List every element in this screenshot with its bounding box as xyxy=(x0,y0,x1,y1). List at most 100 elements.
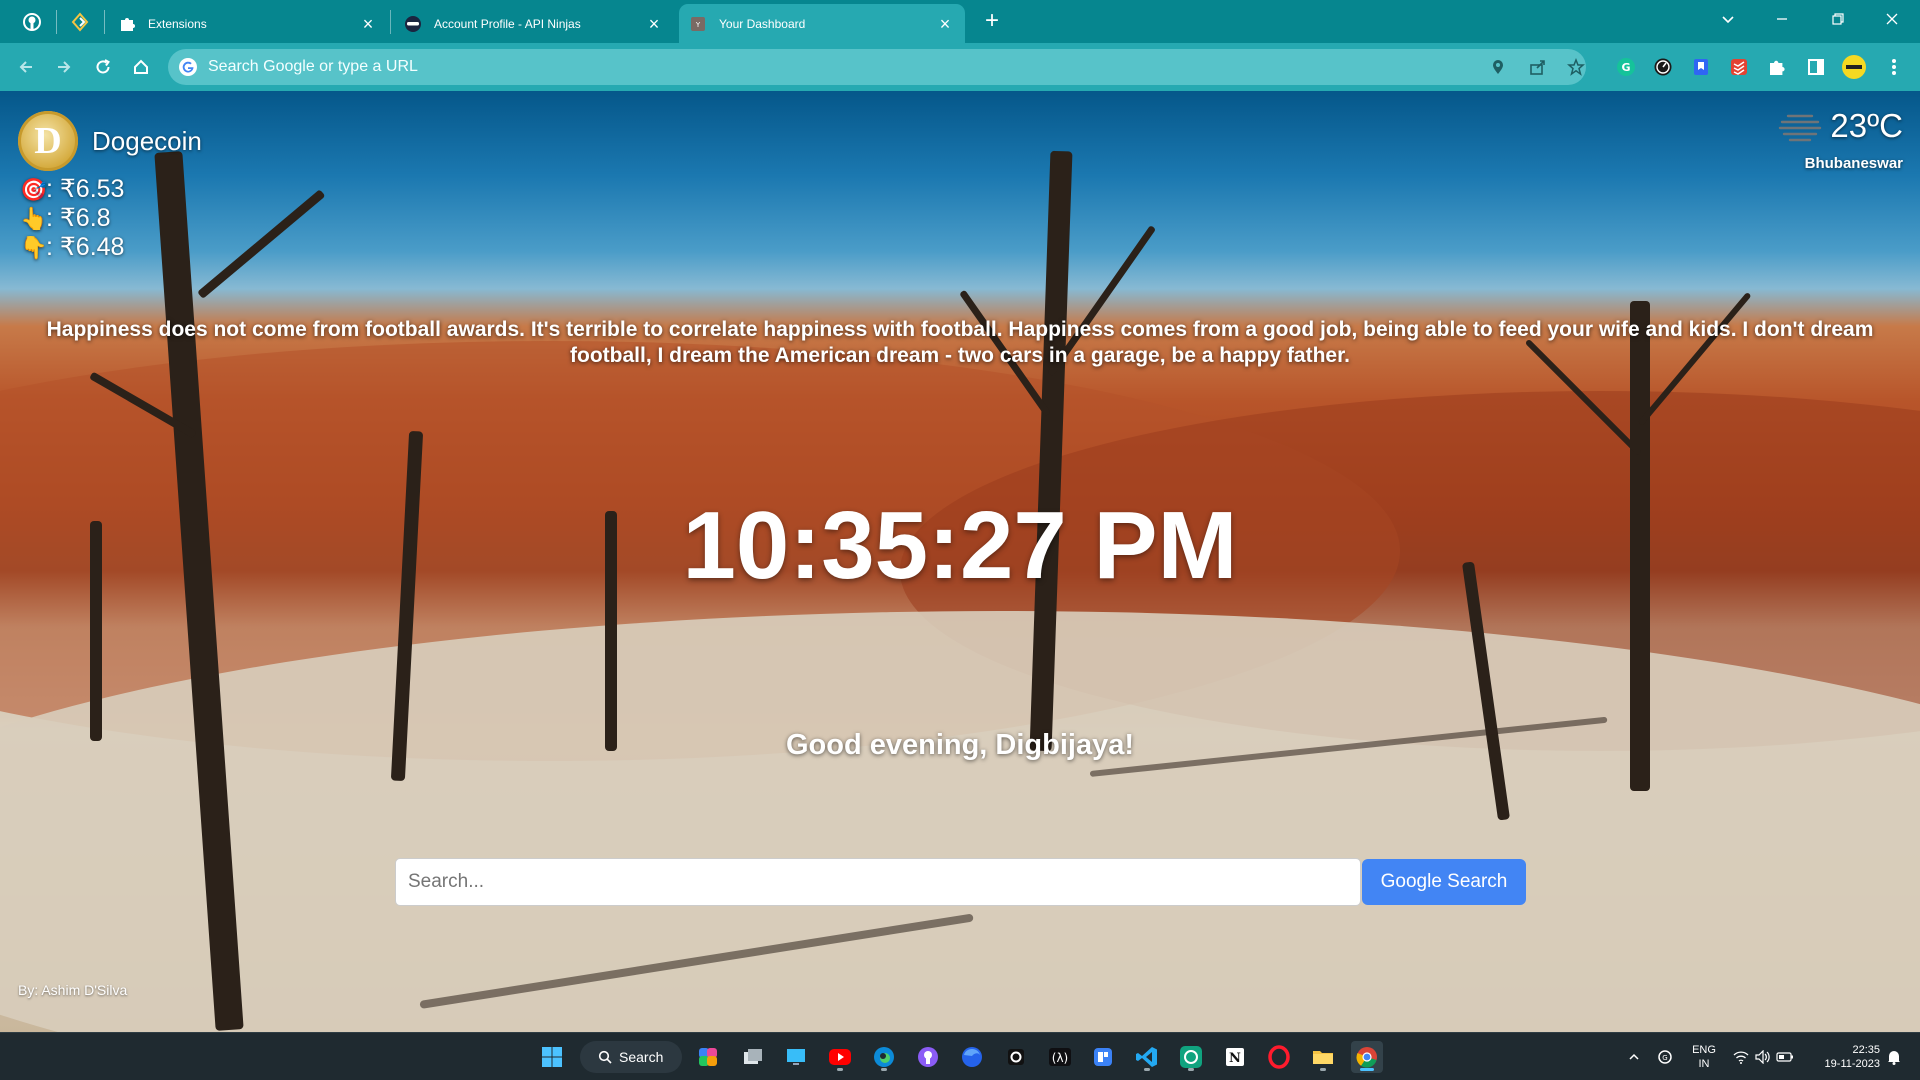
tab-close-icon[interactable]: × xyxy=(935,14,955,34)
taskbar-copilot[interactable] xyxy=(693,1041,725,1073)
new-tab-button[interactable]: + xyxy=(978,8,1006,36)
tab-title: Your Dashboard xyxy=(719,16,806,31)
high-price: : ₹6.8 xyxy=(46,204,111,232)
github-desktop-icon xyxy=(918,1047,938,1067)
forward-button[interactable] xyxy=(50,53,78,81)
back-button[interactable] xyxy=(12,53,40,81)
svg-text:N: N xyxy=(1229,1051,1241,1066)
kebab-menu-icon xyxy=(1892,59,1896,75)
taskbar-desktop[interactable] xyxy=(780,1041,812,1073)
windows-logo-icon xyxy=(542,1047,562,1067)
tray-overflow-button[interactable] xyxy=(1624,1033,1644,1080)
tab-close-icon[interactable]: × xyxy=(644,14,664,34)
taskbar-notion[interactable]: N xyxy=(1219,1041,1251,1073)
minimize-icon xyxy=(1777,18,1787,20)
reload-button[interactable] xyxy=(89,53,117,81)
taskbar-youtube[interactable] xyxy=(824,1041,856,1073)
taskbar-firefox[interactable] xyxy=(956,1041,988,1073)
tab-extensions[interactable]: Extensions × xyxy=(108,4,388,43)
location-icon[interactable] xyxy=(1488,57,1508,77)
extensions-button[interactable] xyxy=(1764,54,1790,80)
profile-avatar[interactable] xyxy=(1841,54,1867,80)
tray-grammarly[interactable]: G xyxy=(1655,1033,1675,1080)
taskbar-vscode[interactable] xyxy=(1131,1041,1163,1073)
avatar-icon xyxy=(1842,55,1866,79)
side-panel-button[interactable] xyxy=(1803,54,1829,80)
input-language-indicator[interactable]: ENG IN xyxy=(1690,1043,1718,1071)
restore-button[interactable] xyxy=(1818,4,1858,34)
taskbar-adobe-app[interactable]: (λ) xyxy=(1044,1041,1076,1073)
notification-button[interactable] xyxy=(1884,1033,1904,1080)
svg-text:G: G xyxy=(1662,1054,1667,1062)
speedometer-icon xyxy=(1654,58,1672,76)
tab-your-dashboard[interactable]: Y Your Dashboard × xyxy=(679,4,965,43)
minimize-button[interactable] xyxy=(1762,4,1802,34)
running-indicator xyxy=(881,1068,887,1071)
svg-text:(λ): (λ) xyxy=(1052,1051,1068,1065)
ninja-icon xyxy=(404,15,422,33)
browser-tab-bar: Extensions × Account Profile - API Ninja… xyxy=(0,0,1920,43)
chatgpt-icon xyxy=(1180,1046,1202,1068)
dashboard-page: D Dogecoin 🎯 : ₹6.53 👆 : ₹6.8 👇 : ₹6.48 … xyxy=(0,91,1920,1032)
taskbar-github-desktop[interactable] xyxy=(912,1041,944,1073)
bookmark-extension[interactable] xyxy=(1688,54,1714,80)
running-indicator xyxy=(837,1068,843,1071)
search-input[interactable] xyxy=(395,858,1361,906)
taskbar-file-explorer[interactable] xyxy=(1307,1041,1339,1073)
svg-text:G: G xyxy=(1621,61,1630,74)
google-search-button[interactable]: Google Search xyxy=(1362,859,1526,905)
tray-volume[interactable] xyxy=(1752,1033,1774,1080)
tab-separator xyxy=(56,10,57,34)
task-view-icon xyxy=(744,1049,762,1064)
vscode-icon xyxy=(1136,1047,1157,1067)
temperature: 23ºC xyxy=(1830,107,1903,144)
taskbar-chrome[interactable] xyxy=(1351,1041,1383,1073)
youtube-icon xyxy=(829,1049,851,1065)
mist-icon xyxy=(1779,114,1822,142)
bookmark-star-icon[interactable] xyxy=(1566,57,1586,77)
crypto-prices: 🎯 : ₹6.53 👆 : ₹6.8 👇 : ₹6.48 xyxy=(20,175,124,262)
taskbar-windows-app[interactable] xyxy=(1087,1041,1119,1073)
windows-taskbar: Search (λ) N G ENG IN 22:35 19-11-2023 xyxy=(0,1032,1920,1080)
tray-wifi[interactable] xyxy=(1730,1033,1752,1080)
edge-icon xyxy=(874,1047,894,1067)
address-bar[interactable]: Search Google or type a URL xyxy=(168,49,1586,85)
speedometer-extension[interactable] xyxy=(1650,54,1676,80)
address-placeholder: Search Google or type a URL xyxy=(208,58,418,75)
restore-icon xyxy=(1832,13,1844,25)
wifi-icon xyxy=(1733,1051,1749,1064)
taskbar-opera[interactable] xyxy=(1263,1041,1295,1073)
tab-api-ninjas[interactable]: Account Profile - API Ninjas × xyxy=(394,4,674,43)
pinned-tab-app[interactable] xyxy=(64,6,96,38)
pointing-down-icon: 👇 xyxy=(20,235,48,260)
start-button[interactable] xyxy=(536,1041,568,1073)
taskbar-edge[interactable] xyxy=(868,1041,900,1073)
low-price-row: 👇 : ₹6.48 xyxy=(20,233,124,262)
app-window-icon xyxy=(1094,1048,1112,1066)
pinned-tab-github[interactable] xyxy=(16,6,48,38)
taskbar-task-view[interactable] xyxy=(737,1041,769,1073)
browser-menu-button[interactable] xyxy=(1881,54,1907,80)
search-icon xyxy=(598,1050,612,1064)
taskbar-clock[interactable]: 22:35 19-11-2023 xyxy=(1800,1043,1880,1071)
running-indicator xyxy=(1320,1068,1326,1071)
clock-display: 10:35:27 PM xyxy=(682,492,1238,599)
taskbar-chatgpt[interactable] xyxy=(1175,1041,1207,1073)
tab-search-button[interactable] xyxy=(1708,4,1748,34)
todoist-extension[interactable] xyxy=(1726,54,1752,80)
battery-icon xyxy=(1776,1052,1793,1062)
tab-separator xyxy=(104,10,105,34)
pointing-up-icon: 👆 xyxy=(20,206,48,231)
taskbar-camera-app[interactable] xyxy=(1000,1041,1032,1073)
share-icon[interactable] xyxy=(1528,57,1548,77)
grammarly-extension[interactable]: G xyxy=(1613,54,1639,80)
current-price: : ₹6.53 xyxy=(46,175,125,203)
tab-close-icon[interactable]: × xyxy=(358,14,378,34)
taskbar-search[interactable]: Search xyxy=(580,1041,682,1073)
low-price: : ₹6.48 xyxy=(46,233,125,261)
arrow-left-icon xyxy=(19,61,32,73)
tray-battery[interactable] xyxy=(1774,1033,1796,1080)
running-indicator xyxy=(1360,1068,1374,1071)
close-window-button[interactable] xyxy=(1872,4,1912,34)
home-button[interactable] xyxy=(127,53,155,81)
